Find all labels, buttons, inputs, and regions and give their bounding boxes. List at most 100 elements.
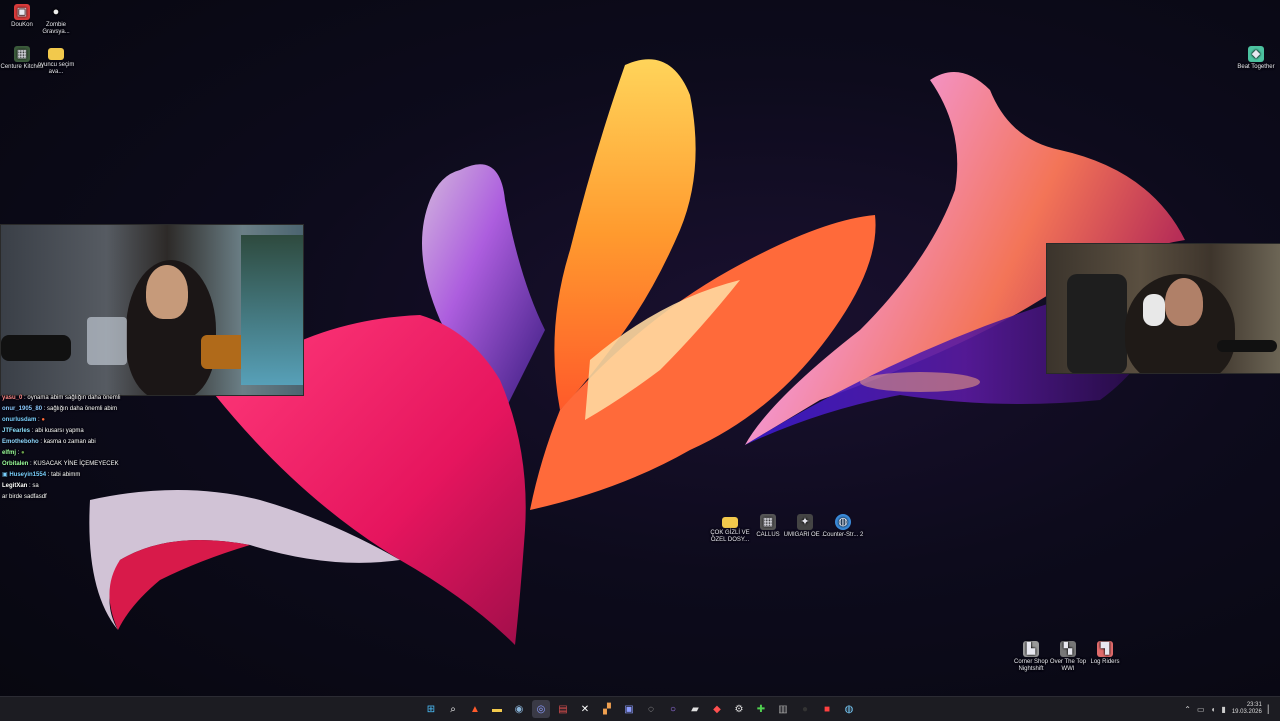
taskbar-button[interactable]: ◍ [840, 700, 858, 718]
battery-icon[interactable]: ▮ [1221, 705, 1225, 714]
guest-face [1165, 278, 1203, 326]
clock-date: 19.03.2026 [1231, 709, 1262, 715]
chat-message: Orbitalen : KUSACAK YİNE İÇEMEYECEK [2, 461, 119, 467]
taskbar-button[interactable]: ● [796, 700, 814, 718]
app-icon: ▣ [624, 703, 634, 715]
brave-icon: ▲ [470, 703, 480, 715]
stream-chat: yasu_0 : oynama abim sağlığın daha öneml… [2, 393, 162, 503]
taskbar-button[interactable]: ✕ [576, 700, 594, 718]
chat-message: yasu_0 : oynama abim sağlığın daha öneml… [2, 395, 121, 401]
app-icon: ■ [823, 703, 831, 715]
taskbar-button[interactable]: ◎ [532, 700, 550, 718]
desktop-icon-label: UMIGARI OE ... [783, 532, 827, 538]
chat-message: onurlusdam : ● [2, 417, 45, 423]
app-icon: ✕ [580, 703, 590, 715]
app-icon: ▦ [760, 514, 776, 530]
app-icon: ▰ [691, 703, 699, 715]
taskbar-button[interactable]: ✚ [752, 700, 770, 718]
taskbar-button[interactable]: ○ [664, 700, 682, 718]
app-icon: ▚ [1060, 641, 1076, 657]
webcam-overlay-left [0, 224, 304, 396]
app-icon: ▜ [1097, 641, 1113, 657]
taskbar-button[interactable]: ▰ [686, 700, 704, 718]
chat-message: onur_1905_80 : sağlığın daha önemli abim [2, 406, 118, 412]
desktop-icon-label: CALLUS [756, 532, 780, 538]
emote-icon: ● [41, 417, 45, 423]
discord-icon: ◎ [536, 703, 546, 715]
desktop-icon-oyuncu[interactable]: oyuncu seçim ava... [34, 46, 78, 76]
steam-icon: ◉ [514, 703, 524, 715]
taskbar-button[interactable]: ▤ [554, 700, 572, 718]
taskbar-button[interactable]: ⊞ [422, 700, 440, 718]
desktop-icon-zombie[interactable]: ● Zombie Gravsya... [34, 4, 78, 36]
taskbar-button[interactable]: ▲ [466, 700, 484, 718]
app-icon: ▞ [603, 703, 611, 715]
taskbar-button[interactable]: ◌ [642, 700, 660, 718]
webcam-overlay-right [1046, 243, 1280, 374]
glass-object [87, 317, 127, 365]
taskbar-button[interactable]: ▥ [774, 700, 792, 718]
app-icon: ▥ [778, 703, 788, 715]
desktop-icon-label: ÇOK GİZLİ VE ÖZEL DOSY... [710, 530, 750, 543]
notification-icon[interactable]: ▏ [1268, 705, 1274, 714]
desktop-icon-counter-strike[interactable]: ◍ Counter-Str... 2 [821, 514, 865, 539]
desktop-icon-beat-together[interactable]: ◆ Beat Together [1234, 46, 1278, 71]
desktop-icon-log-riders[interactable]: ▜ Log Riders [1083, 641, 1127, 666]
clock-time: 23:31 [1246, 702, 1262, 708]
chair [1067, 274, 1127, 373]
app-icon: ● [801, 703, 809, 715]
file-explorer-icon: ▬ [492, 703, 502, 715]
desktop-icon-label: Counter-Str... 2 [822, 532, 864, 538]
desktop-icon-label: Log Riders [1090, 659, 1120, 665]
chat-message: ▣ Huseyin1554 : tabi abimm [2, 472, 81, 478]
taskbar-button[interactable]: ⚙ [730, 700, 748, 718]
microphone [1217, 340, 1277, 352]
taskbar-button[interactable]: ⌕ [444, 700, 462, 718]
folder-icon [722, 517, 738, 528]
start-icon: ⊞ [426, 703, 436, 715]
chevron-up-icon[interactable]: ⌃ [1184, 705, 1191, 714]
chat-message: ar birde sadfasdf [2, 494, 47, 500]
app-icon: ◍ [835, 514, 851, 530]
app-icon: ▙ [1023, 641, 1039, 657]
app-icon: ● [52, 5, 60, 18]
microphone [1, 335, 71, 361]
shelf-decor [241, 235, 303, 385]
chat-message: JTFearles : abi kusarsı yapma [2, 428, 84, 434]
network-icon[interactable]: ▭ [1197, 705, 1205, 714]
taskbar-button[interactable]: ◆ [708, 700, 726, 718]
folder-icon [48, 48, 64, 60]
taskbar-button[interactable]: ▬ [488, 700, 506, 718]
app-icon: ▣ [14, 4, 30, 20]
desktop-icon-label: Beat Together [1237, 64, 1275, 70]
xbox-icon: ✚ [756, 703, 766, 715]
badge-icon: ▣ [2, 472, 8, 478]
volume-icon[interactable]: ◖ [1211, 705, 1216, 714]
app-icon: ○ [669, 703, 677, 715]
search-icon: ⌕ [450, 703, 456, 715]
app-icon: ◆ [713, 703, 721, 715]
taskbar-button[interactable]: ▞ [598, 700, 616, 718]
app-icon: ✦ [797, 514, 813, 530]
chat-message: elfmj : ● [2, 450, 25, 456]
taskbar-button[interactable]: ■ [818, 700, 836, 718]
desktop-icon-label: Zombie Gravsya... [42, 22, 70, 35]
gear-icon: ⚙ [734, 703, 744, 715]
chat-message: LegitXan : sa [2, 483, 39, 489]
clock[interactable]: 23:31 19.03.2026 [1232, 702, 1262, 716]
app-icon: ◍ [844, 703, 854, 715]
system-tray: ⌃ ▭ ◖ ▮ 23:31 19.03.2026 ▏ [1184, 699, 1274, 719]
app-icon: ◌ [648, 703, 654, 715]
taskbar: ⊞ ⌕ ▲ ▬ ◉ ◎ ▤ ✕ ▞ ▣ ◌ ○ ▰ ◆ ⚙ ✚ ▥ ● ■ ◍ ⌃ ▭ ◖ ▮ 23:31 19.03… [0, 696, 1280, 721]
desktop-icon-label: Corner Shop Nightshift [1013, 659, 1049, 672]
desktop-icon-label: DouKon [11, 22, 33, 28]
taskbar-apps: ⊞ ⌕ ▲ ▬ ◉ ◎ ▤ ✕ ▞ ▣ ◌ ○ ▰ ◆ ⚙ ✚ ▥ ● ■ ◍ [422, 700, 858, 718]
app-icon: ◆ [1248, 46, 1264, 62]
headphones [1143, 294, 1165, 326]
streamer-face [146, 265, 188, 319]
app-icon: ▤ [558, 703, 568, 715]
chat-message: Emotheboho : kasma o zaman abi [2, 439, 96, 445]
taskbar-button[interactable]: ◉ [510, 700, 528, 718]
desktop-icon-label: Over The Top WWI [1049, 659, 1087, 672]
taskbar-button[interactable]: ▣ [620, 700, 638, 718]
